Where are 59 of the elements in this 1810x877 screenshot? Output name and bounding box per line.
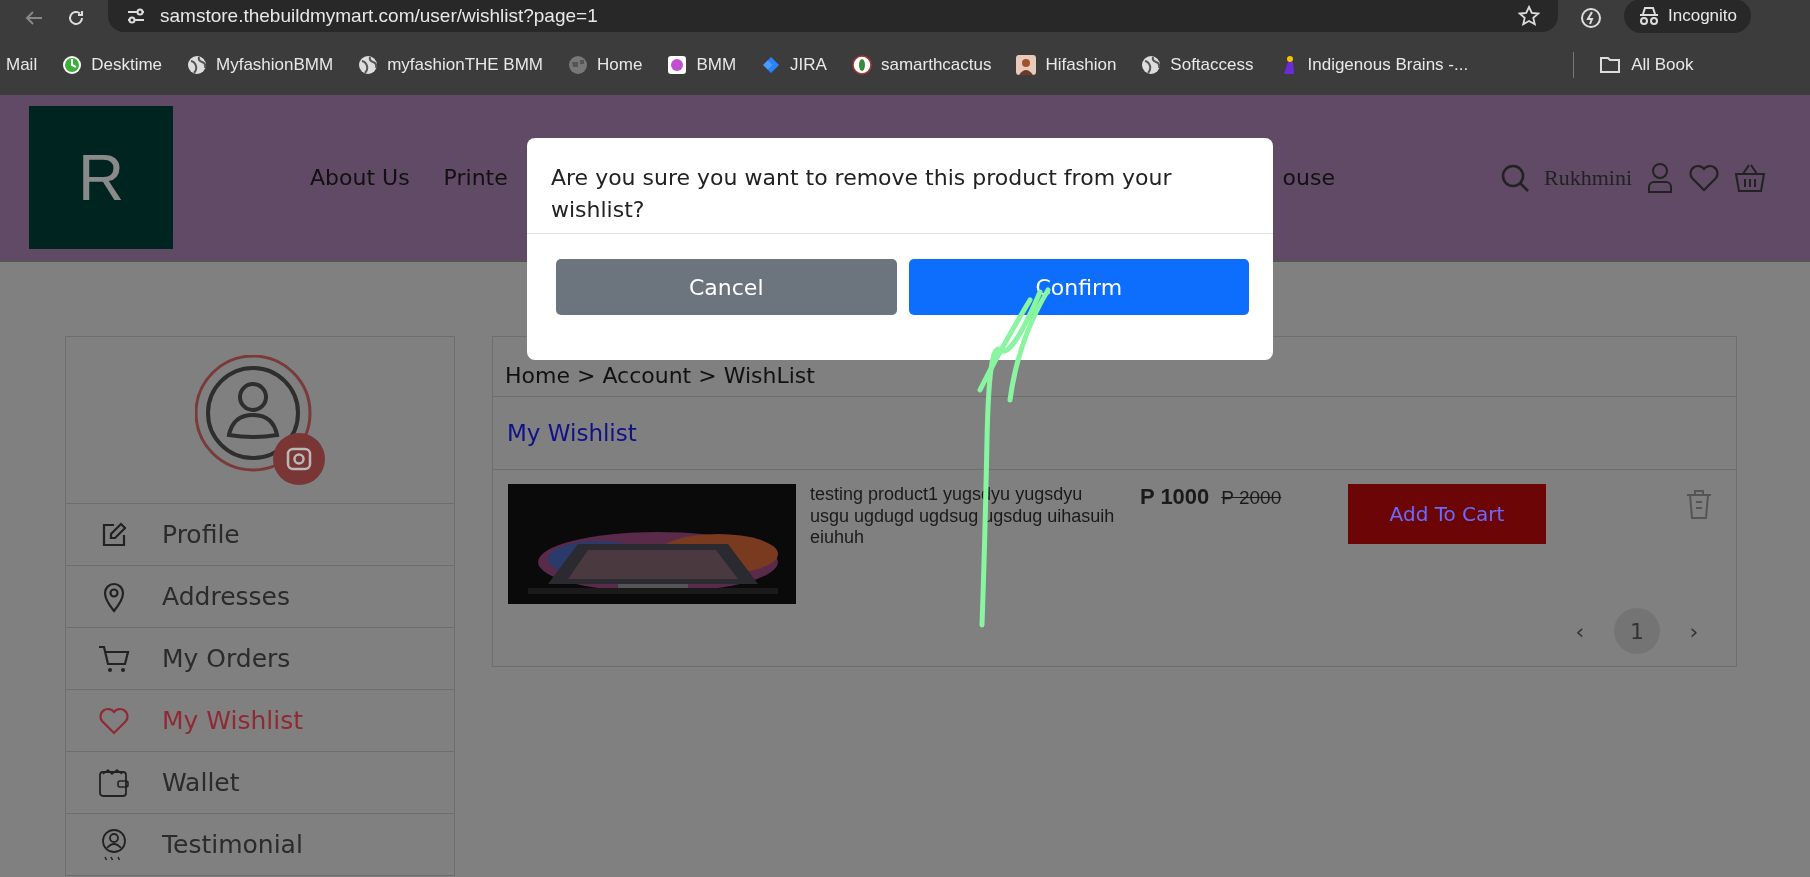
bookmark[interactable]: samarthcactus xyxy=(851,55,992,75)
logo-icon xyxy=(667,55,688,75)
search-icon[interactable] xyxy=(1500,162,1530,193)
sidebar-item[interactable]: My Orders xyxy=(66,628,454,690)
trash-icon[interactable] xyxy=(1685,488,1713,520)
dialog-message: Are you sure you want to remove this product from your wishlist? xyxy=(527,138,1273,234)
bookmark[interactable]: Indigenous Brains -... xyxy=(1278,55,1469,75)
avatar-icon xyxy=(1016,55,1037,75)
confirm-button[interactable]: Confirm xyxy=(908,259,1249,315)
sidebar-item[interactable]: Profile xyxy=(66,504,454,566)
bookmark[interactable]: BMM xyxy=(667,55,737,75)
wallet-icon xyxy=(98,767,130,798)
extension-icon[interactable] xyxy=(1580,6,1602,29)
tune-icon[interactable] xyxy=(126,6,146,25)
globe-icon xyxy=(1141,55,1162,75)
star-icon[interactable] xyxy=(1518,4,1540,27)
user-icon[interactable] xyxy=(1646,161,1674,194)
add-to-cart-button[interactable]: Add To Cart xyxy=(1348,484,1546,544)
globe-icon xyxy=(568,55,589,75)
nav-link[interactable]: Printe xyxy=(443,165,508,190)
location-pin-icon xyxy=(102,580,126,613)
logo[interactable]: R xyxy=(29,106,173,249)
page-number[interactable]: 1 xyxy=(1614,608,1660,654)
sidebar-item[interactable]: Wallet xyxy=(66,752,454,814)
bookmark[interactable]: Desktime xyxy=(62,55,163,75)
avatar-icon[interactable] xyxy=(195,355,325,485)
address-bar[interactable]: samstore.thebuildmymart.com/user/wishlist?page=1 xyxy=(108,0,1558,32)
bookmark[interactable]: MyfashionBMM xyxy=(187,55,334,75)
bookmark[interactable]: myfashionTHE BMM xyxy=(358,55,544,75)
basket-icon[interactable] xyxy=(1734,162,1766,193)
nav-link[interactable]: ouse xyxy=(1282,165,1335,190)
cancel-button[interactable]: Cancel xyxy=(556,259,897,315)
clock-icon xyxy=(62,55,83,75)
cart-icon xyxy=(98,643,130,674)
incognito-badge[interactable]: Incognito xyxy=(1624,0,1751,33)
previous-page[interactable]: ‹ xyxy=(1566,608,1594,654)
folder-icon xyxy=(1599,56,1622,74)
product-price: P 1000 xyxy=(1140,484,1210,510)
jira-icon xyxy=(761,55,782,75)
edit-icon xyxy=(100,520,128,549)
cactus-icon xyxy=(851,55,872,75)
bookmark[interactable]: Mail xyxy=(6,55,38,75)
globe-icon xyxy=(187,55,208,75)
sidebar-item[interactable]: Addresses xyxy=(66,566,454,628)
heart-icon[interactable] xyxy=(1688,163,1720,192)
nav-link[interactable]: About Us xyxy=(310,165,410,190)
bookmark[interactable]: Hifashion xyxy=(1016,55,1117,75)
section-title: My Wishlist xyxy=(493,397,1736,470)
incognito-icon xyxy=(1638,5,1660,26)
original-price: P 2000 xyxy=(1221,487,1282,509)
bookmark[interactable]: JIRA xyxy=(761,55,827,75)
sidebar-item[interactable]: Testimonial xyxy=(66,814,454,876)
bookmarks-folder[interactable]: All Book xyxy=(1599,55,1694,75)
bookmark[interactable]: Home xyxy=(568,55,643,75)
next-page[interactable]: › xyxy=(1680,608,1708,654)
globe-icon xyxy=(358,55,379,75)
bookmark[interactable]: Softaccess xyxy=(1141,55,1254,75)
testimonial-icon xyxy=(99,827,129,862)
heart-icon xyxy=(98,705,130,736)
